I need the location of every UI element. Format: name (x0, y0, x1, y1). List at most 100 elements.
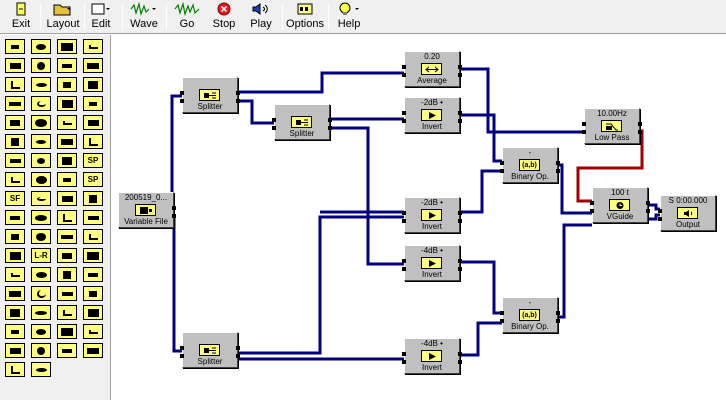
palette-pipe-c-icon[interactable] (31, 324, 51, 339)
palette-pipe-icon[interactable] (5, 286, 25, 301)
splitter-block-2[interactable]: Splitter (272, 104, 332, 140)
splitter-block-1[interactable]: Splitter (180, 77, 240, 113)
input-port[interactable] (500, 319, 504, 323)
palette-x-mark-icon[interactable] (5, 172, 25, 187)
output-port[interactable] (328, 118, 332, 122)
palette-monitor-f-icon[interactable] (57, 324, 77, 339)
output-port[interactable] (458, 111, 462, 115)
palette-oo-icon[interactable] (5, 248, 25, 263)
output-port[interactable] (458, 259, 462, 263)
palette-steps-b-icon[interactable] (57, 153, 77, 168)
output-port[interactable] (556, 319, 560, 323)
palette-knob-icon[interactable] (57, 191, 77, 206)
palette-stripes-icon[interactable] (31, 77, 51, 92)
palette-monitor-icon[interactable] (31, 96, 51, 111)
palette-monitor-b-icon[interactable] (57, 96, 77, 111)
vguide-block[interactable]: 100 t VGuide (590, 187, 650, 223)
palette-pipe-d-icon[interactable] (57, 343, 77, 358)
input-port[interactable] (402, 360, 406, 364)
palette-dot-icon[interactable] (83, 210, 103, 225)
palette-SP-b-icon[interactable]: SP (83, 172, 103, 187)
input-port[interactable] (590, 209, 594, 213)
average-block[interactable]: 0.20 Average (402, 51, 462, 87)
splitter-block-3[interactable]: Splitter (180, 332, 240, 368)
palette-bell-icon[interactable] (5, 134, 25, 149)
layout-button[interactable]: Layout (46, 1, 80, 32)
palette-gear-icon[interactable] (31, 115, 51, 130)
output-port[interactable] (458, 360, 462, 364)
output-port[interactable] (458, 73, 462, 77)
output-port[interactable] (236, 99, 240, 103)
palette-hump-icon[interactable] (5, 58, 25, 73)
output-port[interactable] (458, 211, 462, 215)
output-port[interactable] (458, 352, 462, 356)
output-port[interactable] (458, 119, 462, 123)
palette-plus-icon[interactable] (57, 172, 77, 187)
binary-op-block-1[interactable]: - (a,b) Binary Op. (500, 147, 560, 183)
palette-timer-icon[interactable] (83, 248, 103, 263)
palette-light-icon[interactable] (83, 229, 103, 244)
wave-button[interactable]: Wave (128, 1, 160, 32)
palette-speaker-icon[interactable] (31, 39, 51, 54)
palette-ladder-icon[interactable] (31, 267, 51, 282)
palette-scope-icon[interactable] (31, 58, 51, 73)
palette-E-icon[interactable] (5, 362, 25, 377)
palette-lines-icon[interactable] (83, 324, 103, 339)
palette-slope-icon[interactable] (5, 210, 25, 225)
palette-monitor-d-icon[interactable] (31, 229, 51, 244)
palette-mic-icon[interactable] (57, 229, 77, 244)
input-port[interactable] (402, 119, 406, 123)
palette-wave-b-icon[interactable] (83, 286, 103, 301)
stop-button[interactable]: Stop (210, 1, 238, 32)
palette-split-icon[interactable] (83, 267, 103, 282)
output-port[interactable] (638, 122, 642, 126)
palette-dots-icon[interactable] (31, 172, 51, 187)
palette-plot-icon[interactable] (83, 134, 103, 149)
input-port[interactable] (582, 130, 586, 134)
output-port[interactable] (458, 65, 462, 69)
invert-block-4[interactable]: -4dB • Invert (402, 338, 462, 374)
input-port[interactable] (500, 161, 504, 165)
output-port[interactable] (236, 346, 240, 350)
palette-wave-e-icon[interactable] (31, 343, 51, 358)
palette-stripes-b-icon[interactable] (5, 305, 25, 320)
input-port[interactable] (500, 311, 504, 315)
input-port[interactable] (180, 346, 184, 350)
output-port[interactable] (638, 130, 642, 134)
output-port[interactable] (172, 214, 176, 218)
palette-monitor-e-icon[interactable] (5, 324, 25, 339)
palette-bars-b-icon[interactable] (31, 153, 51, 168)
binary-op-block-2[interactable]: - (a,b) Binary Op. (500, 297, 560, 333)
palette-minus-icon[interactable] (83, 343, 103, 358)
input-port[interactable] (402, 352, 406, 356)
palette-gauge-icon[interactable] (57, 267, 77, 282)
invert-block-3[interactable]: -4dB • Invert (402, 245, 462, 281)
input-port[interactable] (272, 126, 276, 130)
invert-block-1[interactable]: -2dB • Invert (402, 97, 462, 133)
input-port[interactable] (402, 259, 406, 263)
input-port[interactable] (658, 217, 662, 221)
palette-bars-icon[interactable] (5, 39, 25, 54)
edit-button[interactable]: Edit (88, 1, 114, 32)
output-port[interactable] (646, 209, 650, 213)
input-port[interactable] (402, 65, 406, 69)
palette-chart-icon[interactable] (5, 115, 25, 130)
palette-clip-icon[interactable] (31, 305, 51, 320)
palette-curve-icon[interactable] (31, 362, 51, 377)
input-port[interactable] (402, 211, 406, 215)
palette-triangle-icon[interactable] (57, 305, 77, 320)
palette-pipe-b-icon[interactable] (57, 286, 77, 301)
input-port[interactable] (402, 267, 406, 271)
palette-wrench-icon[interactable] (5, 96, 25, 111)
palette-turn-icon[interactable] (57, 210, 77, 225)
input-port[interactable] (272, 118, 276, 122)
options-button[interactable]: Options (286, 1, 324, 32)
palette-chip-icon[interactable] (5, 153, 25, 168)
palette-wave-d-icon[interactable] (5, 343, 25, 358)
palette-wave-icon[interactable] (5, 77, 25, 92)
palette-LR-icon[interactable]: L-R (31, 248, 51, 263)
palette-scope-a-icon[interactable] (57, 58, 77, 73)
input-port[interactable] (658, 209, 662, 213)
palette-SP-icon[interactable]: SP (83, 153, 103, 168)
low-pass-block[interactable]: 10.00Hz Low Pass (582, 108, 642, 144)
